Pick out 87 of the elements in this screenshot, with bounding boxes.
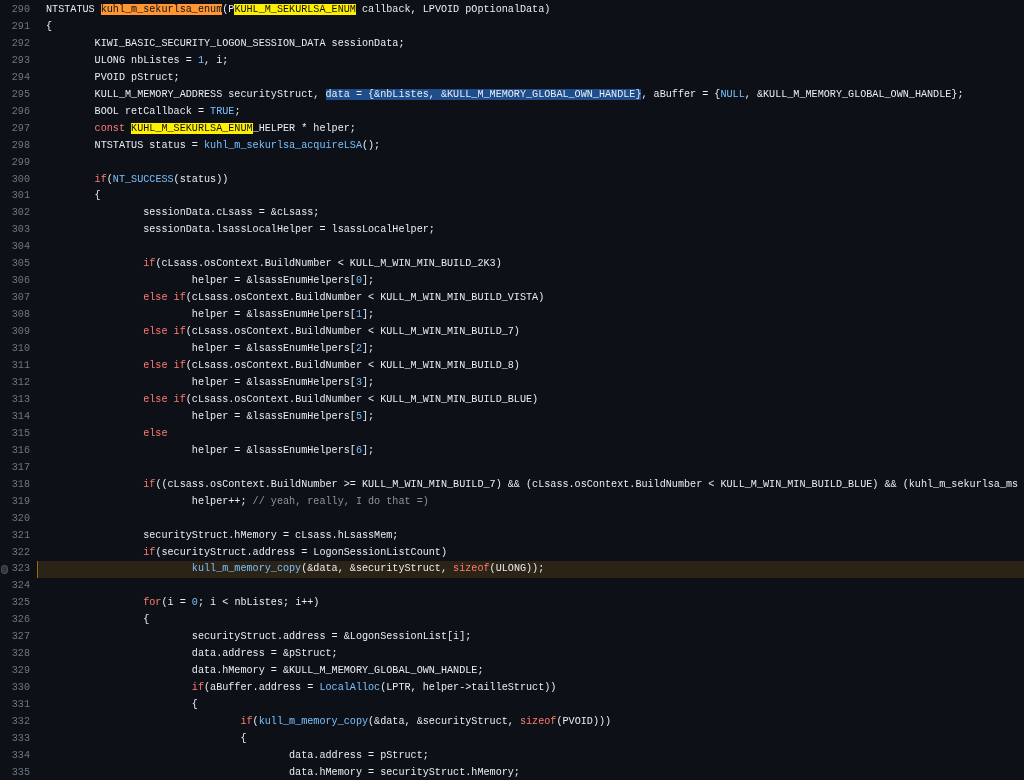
line-number[interactable]: 325 xyxy=(0,595,30,613)
line-number[interactable]: 330 xyxy=(0,680,30,698)
code-line: { xyxy=(239,733,247,744)
line-number[interactable]: 322 xyxy=(0,544,30,562)
line-number[interactable]: 320 xyxy=(0,510,30,528)
code-line: data.address = &pStruct; xyxy=(190,648,338,660)
code-line: helper++; // yeah, really, I do that =) xyxy=(190,495,429,507)
code-line: KIWI_BASIC_SECURITY_LOGON_SESSION_DATA sessionData; xyxy=(93,37,405,49)
code-line: data.hMemory = &KULL_M_MEMORY_GLOBAL_OWN_HANDLE; xyxy=(190,665,484,677)
line-number[interactable]: 311 xyxy=(0,358,30,375)
code-line: { xyxy=(46,20,53,32)
code-line: helper = &lsassEnumHelpers[5]; xyxy=(190,410,375,422)
line-menu-button[interactable] xyxy=(1,565,8,575)
code-line: else if(cLsass.osContext.BuildNumber < KULL_M_WIN_MIN_BUILD_BLUE) xyxy=(142,393,539,405)
line-number[interactable]: 319 xyxy=(0,493,30,511)
line-number[interactable]: 332 xyxy=(0,714,30,731)
code-line: kull_m_memory_copy(&data, &securityStruct, sizeof(ULONG)); xyxy=(190,563,545,575)
line-number[interactable]: 333 xyxy=(0,731,30,748)
code-line: { xyxy=(190,699,198,711)
line-number[interactable]: 317 xyxy=(0,459,30,477)
code-line: else if(cLsass.osContext.BuildNumber < KULL_M_WIN_MIN_BUILD_8) xyxy=(142,360,520,371)
line-number[interactable]: 292 xyxy=(0,35,30,53)
code-line: sessionData.lsassLocalHelper = lsassLocalHelper; xyxy=(142,224,435,236)
code-line: { xyxy=(142,614,150,626)
line-number[interactable]: 334 xyxy=(0,747,30,765)
code-line: helper = &lsassEnumHelpers[0]; xyxy=(190,275,375,287)
code-line: sessionData.cLsass = &cLsass; xyxy=(142,207,320,219)
line-number[interactable]: 294 xyxy=(0,69,30,87)
code-line: helper = &lsassEnumHelpers[2]; xyxy=(190,343,375,355)
code-line: securityStruct.hMemory = cLsass.hLsassMem; xyxy=(142,529,399,541)
code-line: data.address = pStruct; xyxy=(288,749,429,761)
code-line: helper = &lsassEnumHelpers[1]; xyxy=(190,309,375,321)
code-line: helper = &lsassEnumHelpers[3]; xyxy=(190,376,375,388)
line-number[interactable]: 327 xyxy=(0,629,30,647)
line-number[interactable]: 298 xyxy=(0,137,30,155)
code-line: if(kull_m_memory_copy(&data, &securityStruct, sizeof(PVOID))) xyxy=(239,716,612,728)
line-number[interactable]: 310 xyxy=(0,341,30,358)
line-number[interactable]: 290 xyxy=(0,2,30,19)
code-line: else xyxy=(142,427,168,439)
line-number[interactable]: 313 xyxy=(0,391,30,409)
line-number[interactable]: 303 xyxy=(0,222,30,240)
line-number[interactable]: 326 xyxy=(0,612,30,630)
line-number[interactable]: 307 xyxy=(0,290,30,308)
code-line: else if(cLsass.osContext.BuildNumber < KULL_M_WIN_MIN_BUILD_7) xyxy=(142,326,520,338)
line-number[interactable]: 295 xyxy=(0,86,30,104)
line-number[interactable]: 323 xyxy=(0,561,30,579)
line-number[interactable]: 312 xyxy=(0,374,30,392)
code-line: PVOID pStruct; xyxy=(93,71,180,83)
line-number[interactable]: 302 xyxy=(0,205,30,223)
code-line: NTSTATUS status = kuhl_m_sekurlsa_acquireLSA(); xyxy=(93,139,381,151)
line-number[interactable]: 300 xyxy=(0,171,30,189)
line-number[interactable]: 297 xyxy=(0,120,30,138)
code-line: for(i = 0; i < nbListes; i++) xyxy=(142,597,320,609)
code-line: if(cLsass.osContext.BuildNumber < KULL_M_WIN_MIN_BUILD_2K3) xyxy=(142,258,502,270)
line-number[interactable]: 301 xyxy=(0,188,30,206)
line-number[interactable]: 329 xyxy=(0,663,30,681)
line-number[interactable]: 293 xyxy=(0,52,30,70)
code-line: if(securityStruct.address = LogonSessionListCount) xyxy=(142,546,448,558)
code-line: else if(cLsass.osContext.BuildNumber < KULL_M_WIN_MIN_BUILD_VISTA) xyxy=(142,292,545,304)
code-line: { xyxy=(93,190,101,202)
code-line: ULONG nbListes = 1, i; xyxy=(93,54,229,66)
code-line: if(aBuffer.address = LocalAlloc(LPTR, helper->tailleStruct)) xyxy=(190,682,557,694)
code-line: if((cLsass.osContext.BuildNumber >= KULL_M_WIN_MIN_BUILD_7) && (cLsass.osContext.BuildNumber < KULL_M_WIN_MIN_BUILD_BLUE) && (kuhl_m_sekurlsa_ms xyxy=(142,478,1019,490)
line-number[interactable]: 324 xyxy=(0,578,30,596)
line-number[interactable]: 309 xyxy=(0,324,30,342)
code-line: NTSTATUS kuhl_m_sekurlsa_enum(PKUHL_M_SEKURLSA_ENUM callback, LPVOID pOptionalData) xyxy=(46,4,551,15)
line-number[interactable]: 291 xyxy=(0,18,30,36)
line-number[interactable]: 315 xyxy=(0,425,30,443)
code-line: data.hMemory = securityStruct.hMemory; xyxy=(288,766,520,778)
line-number[interactable]: 335 xyxy=(0,764,30,780)
line-number[interactable]: 314 xyxy=(0,408,30,426)
line-number[interactable]: 308 xyxy=(0,307,30,325)
line-number[interactable]: 318 xyxy=(0,476,30,494)
code-line: securityStruct.address = &LogonSessionList[i]; xyxy=(190,631,472,643)
code-line: BOOL retCallback = TRUE; xyxy=(93,105,241,117)
code-line: KULL_M_MEMORY_ADDRESS securityStruct, data = {&nbListes, &KULL_M_MEMORY_GLOBAL_OWN_HANDLE}, aBuffer = {NULL, &KULL_M_MEMORY_GLOBAL_OWN_HANDLE}; xyxy=(93,88,964,100)
line-number[interactable]: 296 xyxy=(0,103,30,121)
code-line: helper = &lsassEnumHelpers[6]; xyxy=(190,444,375,456)
line-number[interactable]: 305 xyxy=(0,256,30,274)
line-number[interactable]: 331 xyxy=(0,697,30,715)
line-number[interactable]: 316 xyxy=(0,442,30,460)
line-number[interactable]: 321 xyxy=(0,527,30,545)
line-number[interactable]: 304 xyxy=(0,239,30,257)
line-number[interactable]: 328 xyxy=(0,646,30,664)
line-number[interactable]: 299 xyxy=(0,154,30,172)
code-line: if(NT_SUCCESS(status)) xyxy=(93,173,229,185)
line-number[interactable]: 306 xyxy=(0,273,30,291)
